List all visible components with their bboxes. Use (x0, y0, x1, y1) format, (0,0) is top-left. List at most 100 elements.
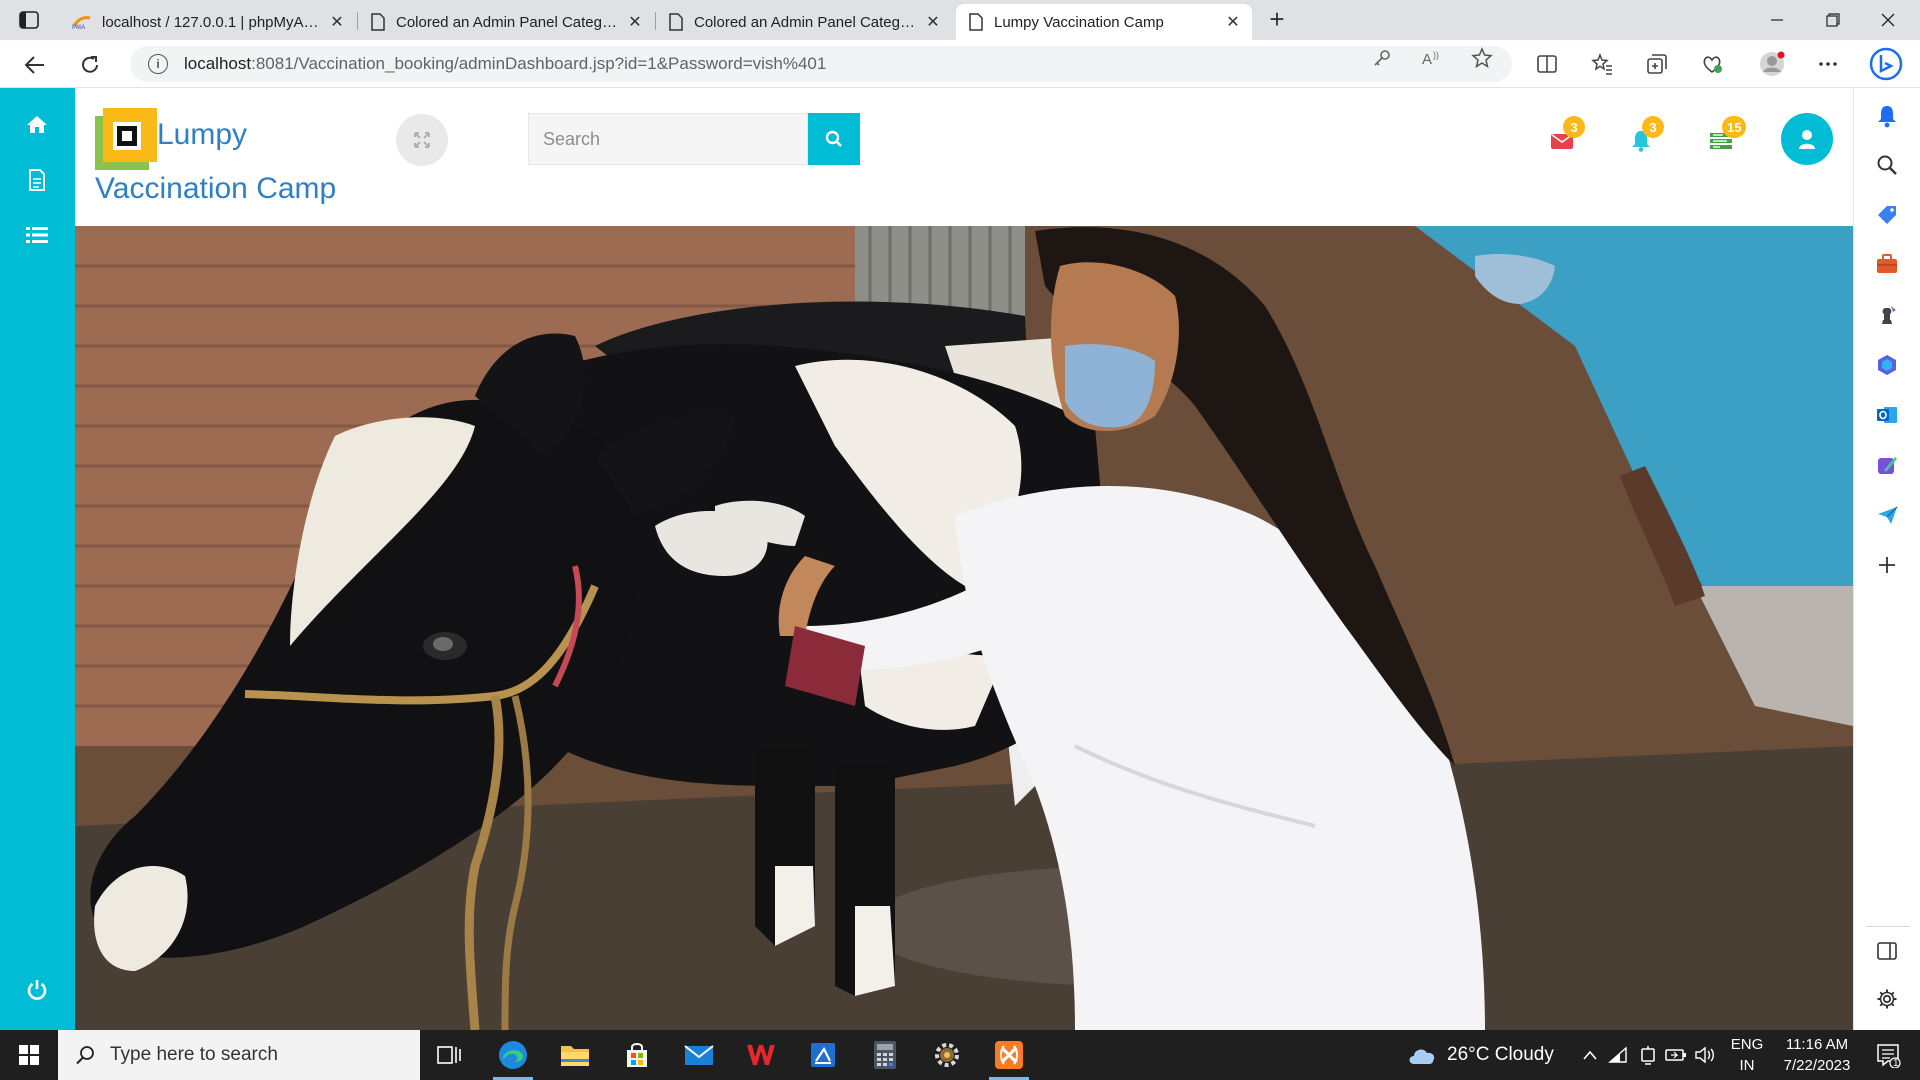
taskbar-microsoft-store[interactable] (613, 1035, 661, 1075)
profile-avatar-icon[interactable] (1758, 50, 1786, 78)
taskbar-edge[interactable] (489, 1035, 537, 1080)
favorite-star-icon[interactable] (1470, 46, 1494, 70)
taskbar-azure-data-studio[interactable] (799, 1035, 847, 1075)
restore-button[interactable] (1819, 6, 1847, 34)
tab-title: Lumpy Vaccination Camp (994, 13, 1164, 31)
brand-name-line1[interactable]: Lumpy (157, 118, 247, 152)
search-input[interactable] (528, 113, 808, 165)
taskbar-mail[interactable] (675, 1035, 723, 1075)
device-icon[interactable] (1636, 1035, 1660, 1075)
taskbar-xampp[interactable] (985, 1035, 1033, 1080)
store-icon (627, 1043, 647, 1067)
shopping-tag-icon[interactable] (1876, 204, 1900, 228)
weather-text[interactable]: 26°C Cloudy (1447, 1044, 1554, 1066)
language-code[interactable]: ENG (1726, 1036, 1768, 1053)
search-button[interactable] (808, 113, 860, 165)
mail-icon (684, 1045, 714, 1065)
clock-date[interactable]: 7/22/2023 (1772, 1057, 1862, 1074)
notifications-badge: 3 (1642, 116, 1664, 138)
close-tab-icon[interactable]: ✕ (626, 13, 644, 31)
tab-actions-icon[interactable] (18, 10, 40, 30)
address-bar: i localhost:8081/Vaccination_booking/adm… (0, 40, 1920, 88)
tab-phpmyadmin[interactable]: PMA localhost / 127.0.0.1 | phpMyAdmin ✕ (60, 4, 356, 40)
wps-office-icon (747, 1045, 775, 1065)
close-tab-icon[interactable]: ✕ (924, 13, 942, 31)
taskbar-search-placeholder: Type here to search (110, 1044, 278, 1065)
split-screen-icon[interactable] (1535, 52, 1559, 76)
edge-browser-icon (499, 1041, 527, 1069)
tab-admin-panel-2[interactable]: Colored an Admin Panel Category ✕ (656, 4, 952, 40)
browser-essentials-icon[interactable] (1700, 52, 1724, 76)
taskbar-file-explorer[interactable] (551, 1035, 599, 1075)
close-window-button[interactable] (1874, 6, 1902, 34)
settings-gear-icon[interactable] (1876, 988, 1900, 1012)
designer-icon[interactable] (1876, 454, 1900, 478)
mail-button[interactable]: 3 (1549, 116, 1585, 154)
clock-time[interactable]: 11:16 AM (1772, 1036, 1862, 1053)
url-text: localhost:8081/Vaccination_booking/admin… (184, 54, 826, 74)
notifications-bell-icon[interactable] (1876, 104, 1900, 128)
tab-lumpy-vaccination[interactable]: Lumpy Vaccination Camp ✕ (956, 4, 1252, 40)
close-tab-icon[interactable]: ✕ (328, 13, 346, 31)
collections-icon[interactable] (1645, 52, 1669, 76)
hide-sidebar-icon[interactable] (1876, 940, 1900, 964)
search-icon[interactable] (1876, 154, 1900, 178)
minimize-button[interactable] (1763, 6, 1791, 34)
outlook-icon[interactable] (1876, 404, 1900, 428)
tab-admin-panel-1[interactable]: Colored an Admin Panel Category ✕ (358, 4, 654, 40)
document-icon[interactable] (25, 168, 49, 192)
new-tab-button[interactable]: + (1265, 6, 1289, 32)
sidebar-divider (1866, 926, 1910, 927)
home-icon[interactable] (25, 112, 49, 136)
back-arrow-icon[interactable] (22, 52, 48, 78)
tab-title: Colored an Admin Panel Category (396, 13, 618, 31)
add-icon[interactable] (1876, 554, 1900, 578)
wifi-icon[interactable] (1606, 1035, 1632, 1075)
site-info-icon[interactable]: i (148, 54, 168, 74)
mail-badge: 3 (1563, 116, 1585, 138)
xampp-icon (995, 1041, 1023, 1069)
url-host: localhost (184, 54, 252, 73)
url-field[interactable]: i localhost:8081/Vaccination_booking/adm… (130, 46, 1512, 82)
page-icon (668, 13, 684, 31)
list-icon[interactable] (25, 223, 49, 247)
volume-icon[interactable] (1692, 1035, 1718, 1075)
url-path: :8081/Vaccination_booking/adminDashboard… (251, 54, 827, 73)
send-paper-plane-icon[interactable] (1876, 504, 1900, 528)
brand-name-line2[interactable]: Vaccination Camp (95, 172, 336, 206)
hero-image (75, 226, 1853, 1030)
task-view-button[interactable] (425, 1035, 473, 1075)
language-region[interactable]: IN (1726, 1057, 1768, 1074)
folder-icon (561, 1046, 589, 1066)
bing-chat-icon[interactable] (1868, 46, 1904, 82)
refresh-icon[interactable] (77, 52, 103, 78)
gear-app-icon (935, 1043, 959, 1067)
tools-briefcase-icon[interactable] (1876, 254, 1900, 278)
phpmyadmin-icon: PMA (72, 14, 92, 30)
show-hidden-icons-chevron-icon[interactable] (1578, 1035, 1602, 1075)
action-center-button[interactable]: 1 (1868, 1035, 1908, 1075)
more-options-icon[interactable] (1816, 52, 1840, 76)
browser-tab-bar: PMA localhost / 127.0.0.1 | phpMyAdmin ✕… (0, 0, 1920, 40)
tasks-button[interactable]: 15 (1708, 116, 1747, 154)
notifications-button[interactable]: 3 (1628, 116, 1664, 154)
svg-text:PMA: PMA (72, 25, 86, 30)
close-tab-icon[interactable]: ✕ (1224, 13, 1242, 31)
user-profile-button[interactable] (1781, 113, 1833, 165)
start-button[interactable] (0, 1030, 58, 1080)
microsoft-365-icon[interactable] (1876, 354, 1900, 378)
power-icon[interactable] (25, 978, 49, 1002)
weather-cloud-icon[interactable] (1404, 1035, 1440, 1075)
taskbar-calculator[interactable] (861, 1035, 909, 1075)
key-icon[interactable] (1370, 46, 1394, 70)
battery-icon[interactable] (1664, 1035, 1688, 1075)
games-chess-icon[interactable] (1876, 304, 1900, 328)
user-icon (1799, 130, 1815, 149)
search-icon (825, 130, 842, 147)
taskbar-search-box[interactable]: Type here to search (58, 1030, 420, 1080)
taskbar-wps-office[interactable] (737, 1035, 785, 1075)
fullscreen-toggle-button[interactable] (396, 114, 448, 166)
read-aloud-icon[interactable]: A)) (1420, 46, 1444, 70)
taskbar-gear-app[interactable] (923, 1035, 971, 1075)
favorites-icon[interactable] (1590, 52, 1614, 76)
